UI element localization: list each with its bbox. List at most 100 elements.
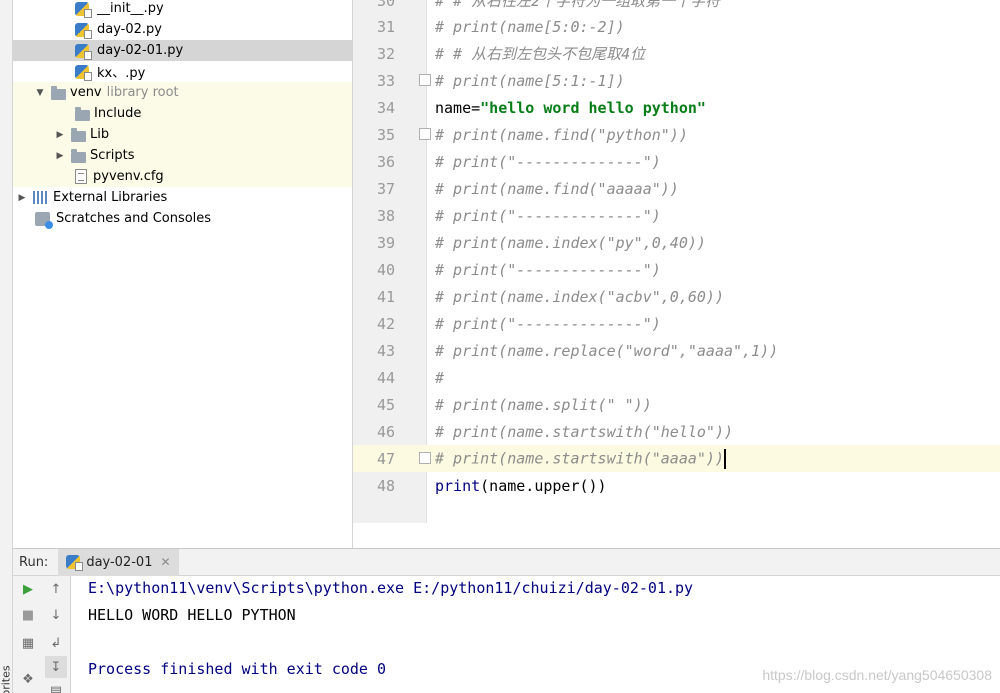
python-file-icon xyxy=(75,1,92,18)
tree-item-lib[interactable]: ▶ Lib xyxy=(13,124,352,145)
line-number: 44 xyxy=(376,368,395,387)
code-line-34[interactable]: 34 name="hello word hello python" xyxy=(353,94,1000,121)
code-line-45[interactable]: 45 # print(name.split(" ")) xyxy=(353,391,1000,418)
rerun-button[interactable]: ▶ xyxy=(17,578,39,600)
tree-item-include[interactable]: Include xyxy=(13,103,352,124)
tree-item-pyvenv-cfg[interactable]: pyvenv.cfg xyxy=(13,166,352,187)
tree-item-label: Include xyxy=(94,106,142,121)
tree-item-label: External Libraries xyxy=(53,190,168,205)
line-number: 33 xyxy=(376,71,395,90)
code-line-33[interactable]: 33 # print(name[5:1:-1]) xyxy=(353,67,1000,94)
code-text: # # 从右到左包头不包尾取4位 xyxy=(435,45,646,63)
code-text: # print(name.find("python")) xyxy=(435,125,688,144)
close-icon[interactable]: ✕ xyxy=(160,555,170,569)
tree-item-label: pyvenv.cfg xyxy=(93,169,164,184)
tree-item-label: Scripts xyxy=(90,148,135,163)
tree-item-scratches[interactable]: Scratches and Consoles xyxy=(13,208,352,229)
tree-item-external-libraries[interactable]: ▶ External Libraries xyxy=(13,187,352,208)
code-line-36[interactable]: 36 # print("--------------") xyxy=(353,148,1000,175)
tree-item-label: Lib xyxy=(90,127,110,142)
code-line-40[interactable]: 40 # print("--------------") xyxy=(353,256,1000,283)
tree-item-label: kx、.py xyxy=(97,66,146,81)
tree-item-venv[interactable]: ▼ venv library root xyxy=(13,82,352,103)
tree-item-scripts[interactable]: ▶ Scripts xyxy=(13,145,352,166)
code-line-48[interactable]: 48 print(name.upper()) xyxy=(353,472,1000,499)
chevron-right-icon[interactable]: ▶ xyxy=(53,149,67,163)
run-panel-header: Run: day-02-01 ✕ xyxy=(13,548,1000,576)
scroll-to-end-icon[interactable]: ↧ xyxy=(45,656,67,678)
line-number: 36 xyxy=(376,152,395,171)
pin-icon[interactable]: ❖ xyxy=(17,668,39,690)
code-line-30[interactable]: 30 # # 从右往左2个字符为一组取第一个字符 xyxy=(353,0,1000,14)
tree-item-label: day-02-01.py xyxy=(97,43,184,58)
code-line-41[interactable]: 41 # print(name.index("acbv",0,60)) xyxy=(353,283,1000,310)
tree-item-label: __init__.py xyxy=(97,1,164,16)
favorites-strip[interactable]: orites xyxy=(0,0,13,693)
text-caret xyxy=(723,448,726,469)
code-line-37[interactable]: 37 # print(name.find("aaaaa")) xyxy=(353,175,1000,202)
chevron-down-icon[interactable]: ▼ xyxy=(33,86,47,100)
code-line-39[interactable]: 39 # print(name.index("py",0,40)) xyxy=(353,229,1000,256)
folder-icon xyxy=(51,85,66,100)
code-identifier: name= xyxy=(435,98,481,117)
code-comment: # print(name.startswith("aaaa")) xyxy=(435,449,724,467)
line-number: 35 xyxy=(376,125,395,144)
layout-icon[interactable]: ▦ xyxy=(17,632,39,654)
code-text: # print(name.startswith("aaaa")) xyxy=(435,448,726,469)
run-tab-day-02-01[interactable]: day-02-01 ✕ xyxy=(58,548,179,576)
line-number: 41 xyxy=(376,287,395,306)
fold-marker-icon[interactable] xyxy=(419,74,431,86)
editor-bottom xyxy=(353,523,1000,548)
run-console[interactable]: E:\python11\venv\Scripts\python.exe E:/p… xyxy=(72,576,1000,693)
soft-wrap-icon[interactable]: ↲ xyxy=(45,632,67,654)
tree-item-day-02-01-py[interactable]: day-02-01.py xyxy=(13,40,352,61)
code-line-32[interactable]: 32 # # 从右到左包头不包尾取4位 xyxy=(353,40,1000,67)
console-output: HELLO WORD HELLO PYTHON xyxy=(88,606,296,624)
folder-icon xyxy=(71,148,86,163)
chevron-right-icon[interactable]: ▶ xyxy=(53,128,67,142)
folder-icon xyxy=(71,127,86,142)
scratches-icon xyxy=(35,211,53,229)
tree-item-init-py[interactable]: __init__.py xyxy=(13,0,352,19)
stop-button[interactable]: ■ xyxy=(17,604,39,626)
line-number: 30 xyxy=(376,0,395,10)
code-text: # print("--------------") xyxy=(435,314,661,333)
code-text: # print(name.replace("word","aaaa",1)) xyxy=(435,341,779,360)
code-line-46[interactable]: 46 # print(name.startswith("hello")) xyxy=(353,418,1000,445)
code-text: # print(name.index("acbv",0,60)) xyxy=(435,287,724,306)
code-line-38[interactable]: 38 # print("--------------") xyxy=(353,202,1000,229)
code-line-43[interactable]: 43 # print(name.replace("word","aaaa",1)… xyxy=(353,337,1000,364)
folder-icon xyxy=(75,106,90,121)
tree-item-kx-py[interactable]: kx、.py xyxy=(13,61,352,82)
code-builtin: print xyxy=(435,476,481,495)
project-tree: __init__.py day-02.py day-02-01.py kx、.p… xyxy=(13,0,353,548)
run-tab-label: day-02-01 xyxy=(86,554,153,570)
run-toolbar: ▶ ↑ ■ ↓ ▦ ↲ ❖ ↧ ▤ xyxy=(13,576,71,693)
line-number: 45 xyxy=(376,395,395,414)
arrow-up-icon[interactable]: ↑ xyxy=(45,578,67,600)
line-number: 31 xyxy=(376,17,395,36)
code-line-44[interactable]: 44 # xyxy=(353,364,1000,391)
code-text: # print("--------------") xyxy=(435,260,661,279)
arrow-down-icon[interactable]: ↓ xyxy=(45,604,67,626)
code-editor[interactable]: 30 # # 从右往左2个字符为一组取第一个字符 31 # print(name… xyxy=(353,0,1000,548)
chevron-right-icon[interactable]: ▶ xyxy=(15,191,29,205)
line-number: 39 xyxy=(376,233,395,252)
python-file-icon xyxy=(75,22,92,39)
tree-item-label: venv xyxy=(70,85,102,100)
tree-item-day-02-py[interactable]: day-02.py xyxy=(13,19,352,40)
print-icon[interactable]: ▤ xyxy=(45,680,67,693)
code-text: # print(name[5:1:-1]) xyxy=(435,71,625,90)
fold-marker-icon[interactable] xyxy=(419,128,431,140)
tree-item-label: day-02.py xyxy=(97,22,162,37)
code-text: # print("--------------") xyxy=(435,206,661,225)
code-text: # print(name.startswith("hello")) xyxy=(435,422,734,441)
code-line-35[interactable]: 35 # print(name.find("python")) xyxy=(353,121,1000,148)
fold-marker-icon[interactable] xyxy=(419,452,431,464)
python-file-icon xyxy=(66,555,84,571)
code-line-31[interactable]: 31 # print(name[5:0:-2]) xyxy=(353,13,1000,40)
code-line-42[interactable]: 42 # print("--------------") xyxy=(353,310,1000,337)
run-label: Run: xyxy=(19,554,49,570)
python-file-icon xyxy=(75,43,92,60)
code-line-47-current[interactable]: 47 # print(name.startswith("aaaa")) xyxy=(353,445,1000,472)
